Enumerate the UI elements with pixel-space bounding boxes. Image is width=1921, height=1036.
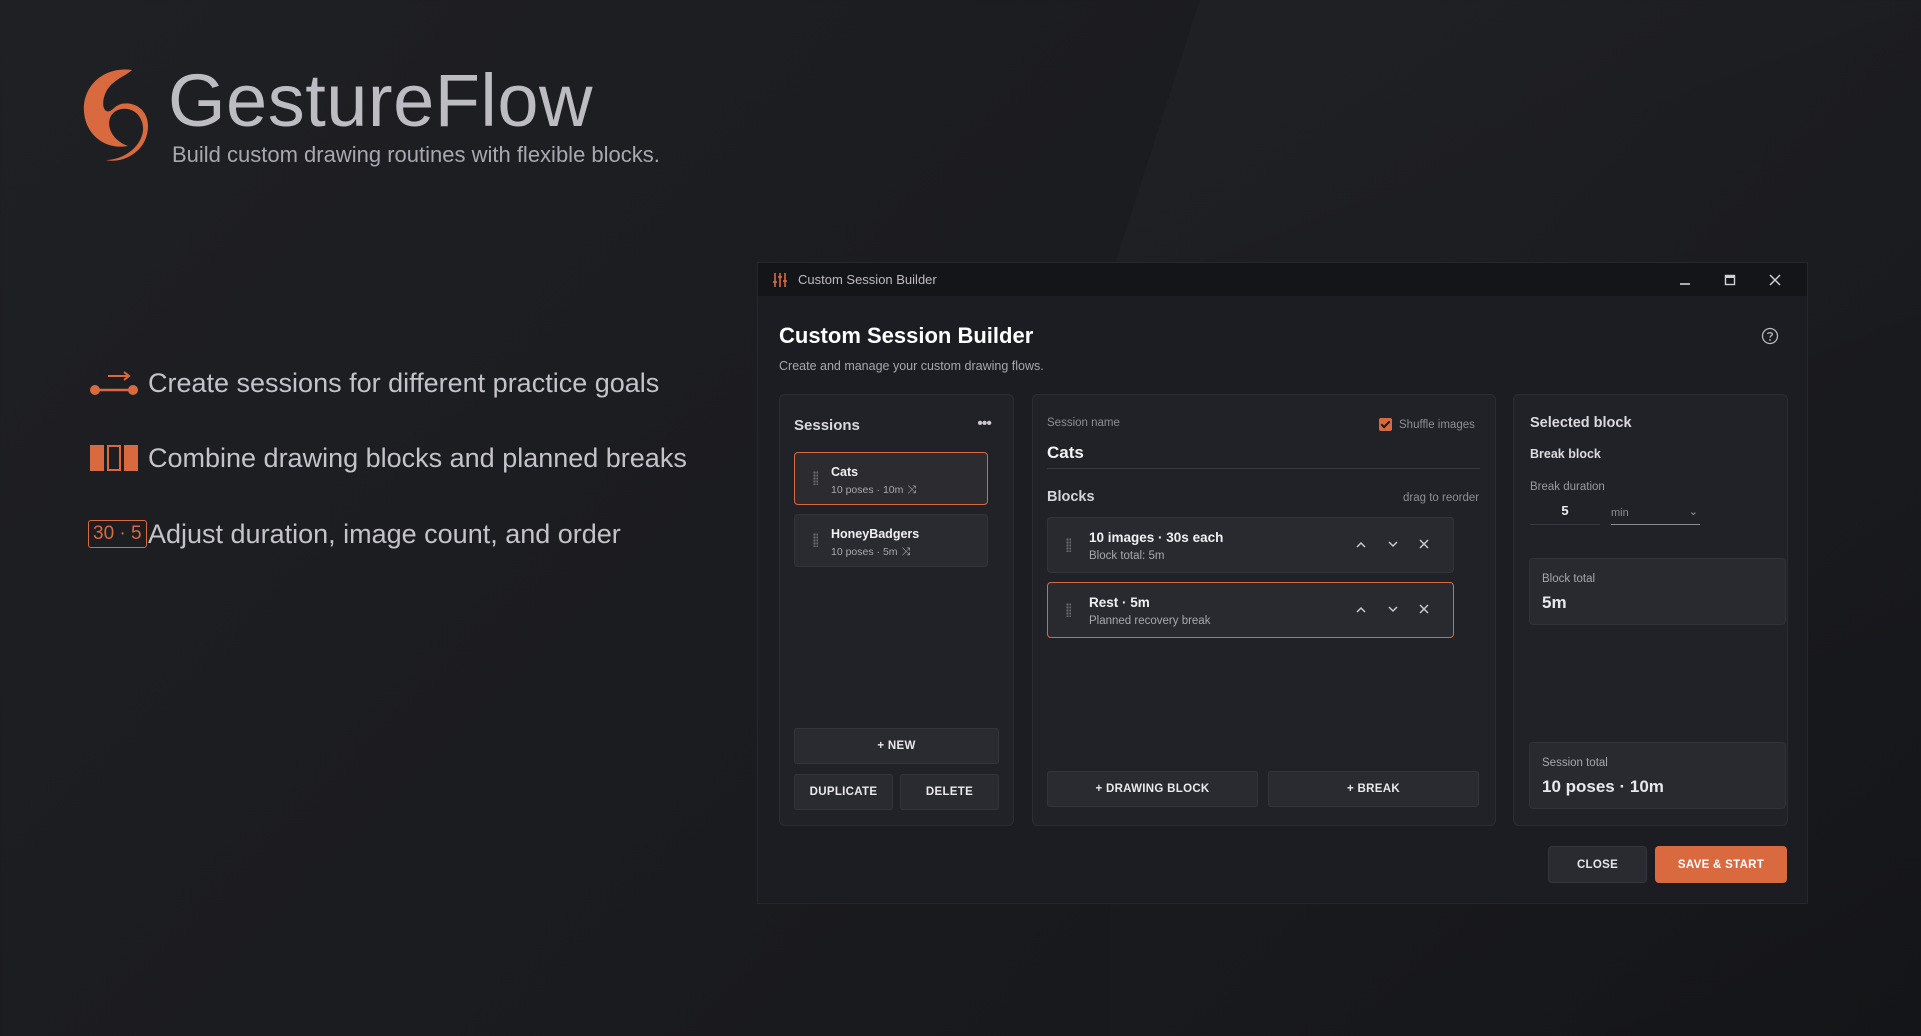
sessions-panel: Sessions ••• Cats 10 poses · 10m ⤨ HoneyB…	[779, 394, 1014, 826]
brand-name: GestureFlow	[168, 59, 593, 142]
sliders-icon	[773, 272, 787, 287]
duration-badge: 30 · 5	[88, 520, 147, 548]
block-item-drawing[interactable]: 10 images · 30s each Block total: 5m	[1047, 517, 1454, 573]
session-name-label: Session name	[1047, 417, 1120, 429]
add-drawing-block-button[interactable]: + DRAWING BLOCK	[1047, 771, 1258, 807]
close-button[interactable]: CLOSE	[1548, 846, 1647, 883]
move-up-icon[interactable]	[1351, 599, 1371, 619]
shuffle-icon: ⤨	[901, 546, 911, 558]
selected-block-panel: Selected block Break block Break duratio…	[1513, 394, 1788, 826]
help-icon[interactable]	[1761, 327, 1779, 345]
session-editor-panel: Session name Shuffle images Cats Blocks …	[1032, 394, 1496, 826]
page-title: Custom Session Builder	[779, 323, 1034, 348]
chevron-down-icon: ⌄	[1688, 506, 1698, 518]
drag-handle-icon[interactable]	[1066, 603, 1071, 617]
session-meta: 10 poses · 10m ⤨	[831, 484, 917, 496]
selected-block-type: Break block	[1530, 447, 1601, 461]
close-window-button[interactable]	[1752, 263, 1797, 296]
session-total-value: 10 poses · 10m	[1542, 777, 1664, 796]
feature-item: Combine drawing blocks and planned break…	[88, 438, 687, 478]
drag-handle-icon[interactable]	[813, 533, 818, 547]
session-item-honeybadgers[interactable]: HoneyBadgers 10 poses · 5m ⤨	[794, 514, 988, 567]
window-titlebar[interactable]: Custom Session Builder	[758, 263, 1807, 296]
duration-unit-select[interactable]: min ⌄	[1611, 503, 1700, 525]
block-subtitle: Planned recovery break	[1089, 615, 1211, 627]
delete-session-button[interactable]: DELETE	[900, 774, 999, 810]
remove-block-icon[interactable]	[1414, 534, 1434, 554]
session-builder-window: Custom Session Builder Custom Session Bu…	[757, 262, 1808, 904]
page-subtitle: Create and manage your custom drawing fl…	[779, 359, 1044, 373]
gestureflow-logo-icon	[83, 69, 148, 161]
reorder-hint: drag to reorder	[1403, 492, 1480, 504]
remove-block-icon[interactable]	[1414, 599, 1434, 619]
block-total-value: 5m	[1542, 593, 1567, 612]
duplicate-session-button[interactable]: DUPLICATE	[794, 774, 893, 810]
move-down-icon[interactable]	[1383, 534, 1403, 554]
session-item-cats[interactable]: Cats 10 poses · 10m ⤨	[794, 452, 988, 505]
session-total-label: Session total	[1542, 757, 1608, 769]
maximize-icon	[1724, 274, 1735, 285]
window-title-text: Custom Session Builder	[798, 272, 937, 287]
session-name-value: Cats	[1047, 443, 1084, 462]
feature-text: Adjust duration, image count, and order	[148, 518, 621, 549]
duration-unit-value: min	[1611, 507, 1629, 519]
session-meta: 10 poses · 5m ⤨	[831, 546, 911, 558]
blocks-icon	[88, 441, 144, 475]
maximize-button[interactable]	[1707, 263, 1752, 296]
move-down-icon[interactable]	[1383, 599, 1403, 619]
break-duration-label: Break duration	[1530, 481, 1605, 493]
drag-handle-icon[interactable]	[1066, 538, 1071, 552]
minimize-button[interactable]	[1662, 263, 1707, 296]
brand-tagline: Build custom drawing routines with flexi…	[172, 142, 660, 167]
new-session-button[interactable]: + NEW	[794, 728, 999, 764]
flow-arrow-icon	[88, 366, 144, 400]
session-name: Cats	[831, 465, 859, 479]
block-title: 10 images · 30s each	[1089, 530, 1224, 545]
feature-text: Combine drawing blocks and planned break…	[148, 442, 687, 473]
session-total-card: Session total 10 poses · 10m	[1529, 742, 1786, 809]
more-options-icon[interactable]: •••	[977, 415, 992, 433]
sessions-heading: Sessions	[794, 417, 860, 434]
session-name: HoneyBadgers	[831, 527, 920, 541]
blocks-heading: Blocks	[1047, 489, 1095, 505]
feature-text: Create sessions for different practice g…	[148, 367, 660, 398]
add-break-button[interactable]: + BREAK	[1268, 771, 1479, 807]
close-icon	[1768, 273, 1781, 286]
block-total-card: Block total 5m	[1529, 558, 1786, 625]
feature-item: Create sessions for different practice g…	[88, 363, 659, 403]
selected-block-heading: Selected block	[1530, 415, 1632, 431]
duration-badge-icon: 30 · 5	[88, 517, 147, 551]
break-duration-input[interactable]: 5	[1530, 503, 1600, 525]
shuffle-label: Shuffle images	[1399, 419, 1475, 431]
block-total-label: Block total	[1542, 573, 1596, 585]
shuffle-checkbox[interactable]	[1379, 418, 1392, 431]
block-title: Rest · 5m	[1089, 595, 1150, 610]
minimize-icon	[1679, 282, 1690, 285]
shuffle-icon: ⤨	[907, 484, 917, 496]
window-header: Custom Session Builder Create and manage…	[779, 323, 1044, 373]
session-name-input[interactable]: Cats	[1047, 443, 1480, 469]
drag-handle-icon[interactable]	[813, 471, 818, 485]
save-and-start-button[interactable]: SAVE & START	[1655, 846, 1787, 883]
feature-item: 30 · 5 Adjust duration, image count, and…	[88, 514, 621, 554]
move-up-icon[interactable]	[1351, 534, 1371, 554]
block-subtitle: Block total: 5m	[1089, 550, 1165, 562]
block-item-break[interactable]: Rest · 5m Planned recovery break	[1047, 582, 1454, 638]
